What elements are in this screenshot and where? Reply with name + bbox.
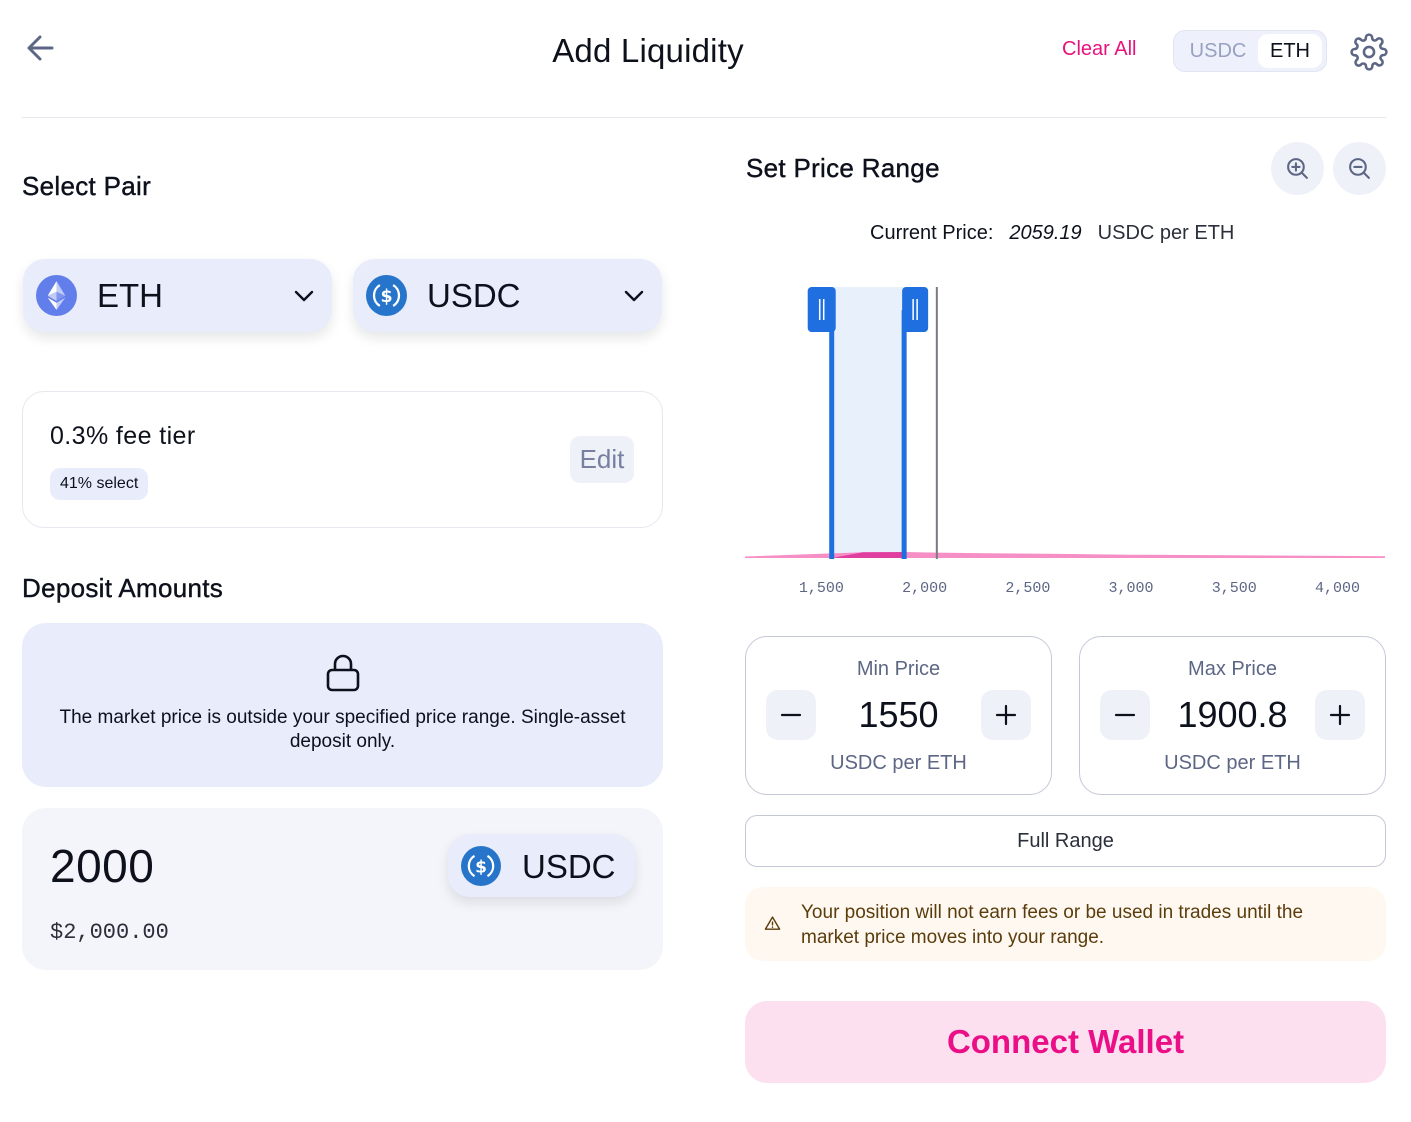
fee-tier-card: 0.3% fee tier 41% select Edit (22, 391, 663, 528)
max-price-unit: USDC per ETH (1164, 752, 1301, 774)
fee-tier-badge: 41% select (50, 468, 149, 500)
token-b-symbol: USDC (427, 277, 521, 314)
current-price-value: 2059.19 (1009, 222, 1082, 244)
out-of-range-warning: Your position will not earn fees or be u… (745, 887, 1386, 961)
svg-text:$: $ (475, 858, 487, 878)
token-toggle: USDC ETH (1173, 30, 1327, 72)
token-a-selector[interactable]: ETH (23, 259, 332, 332)
deposit-token-symbol: USDC (522, 848, 616, 885)
max-price-increase-button[interactable] (1315, 690, 1365, 740)
min-price-input[interactable]: 1550 (816, 694, 981, 736)
chevron-down-icon (294, 290, 314, 302)
single-asset-message: The market price is outside your specifi… (59, 707, 626, 752)
header-divider (22, 117, 1386, 118)
min-price-box: Min Price 1550 USDC per ETH (745, 636, 1052, 795)
x-axis-tick-label: 3,500 (1212, 580, 1257, 597)
max-price-handle[interactable] (902, 287, 929, 332)
selected-range-area (831, 287, 905, 558)
lock-icon (326, 654, 360, 692)
clear-all-button[interactable]: Clear All (1062, 38, 1136, 61)
x-axis-tick-label: 2,000 (902, 580, 947, 597)
x-axis-tick-label: 3,000 (1109, 580, 1154, 597)
min-price-decrease-button[interactable] (766, 690, 816, 740)
warning-triangle-icon (764, 916, 781, 930)
plus-icon (1329, 704, 1351, 726)
connect-wallet-button[interactable]: Connect Wallet (745, 1001, 1386, 1083)
deposit-usd-value: $2,000.00 (50, 920, 169, 945)
deposit-amounts-heading: Deposit Amounts (22, 573, 224, 603)
min-price-unit: USDC per ETH (830, 752, 967, 774)
min-price-increase-button[interactable] (981, 690, 1031, 740)
deposit-amount-input[interactable]: 2000 (50, 839, 154, 893)
gear-icon[interactable] (1350, 33, 1388, 71)
toggle-eth[interactable]: ETH (1258, 34, 1322, 68)
full-range-button[interactable]: Full Range (745, 815, 1386, 867)
plus-icon (995, 704, 1017, 726)
usdc-logo-icon: $ (366, 275, 407, 316)
x-axis-tick-label: 4,000 (1315, 580, 1360, 597)
max-price-box: Max Price 1900.8 USDC per ETH (1079, 636, 1386, 795)
deposit-token-badge[interactable]: $ USDC (448, 834, 635, 897)
edit-fee-button[interactable]: Edit (570, 436, 634, 483)
fee-tier-title: 0.3% fee tier (50, 422, 196, 450)
max-price-label: Max Price (1188, 658, 1277, 680)
x-axis-tick-label: 1,500 (799, 580, 844, 597)
max-price-input[interactable]: 1900.8 (1150, 694, 1315, 736)
warning-text: Your position will not earn fees or be u… (801, 902, 1304, 948)
current-price-unit: USDC per ETH (1097, 222, 1235, 244)
minus-icon (780, 713, 802, 717)
header: Add Liquidity Clear All USDC ETH (0, 0, 1411, 118)
deposit-input-card: 2000 $2,000.00 $ USDC (22, 808, 663, 970)
min-price-label: Min Price (856, 658, 941, 680)
select-pair-heading: Select Pair (22, 171, 152, 201)
svg-text:$: $ (380, 287, 392, 307)
x-axis-tick-label: 2,500 (1005, 580, 1050, 597)
current-price-label: Current Price: (870, 222, 994, 244)
single-asset-notice: The market price is outside your specifi… (22, 623, 663, 787)
price-range-chart[interactable]: 1,500 2,000 2,500 3,000 3,500 4,000 (745, 270, 1385, 610)
zoom-out-icon (1349, 158, 1370, 179)
usdc-logo-icon: $ (461, 846, 501, 886)
min-price-handle[interactable] (807, 287, 836, 332)
zoom-in-button[interactable] (1271, 142, 1324, 195)
set-price-range-heading: Set Price Range (746, 153, 940, 183)
minus-icon (1114, 713, 1136, 717)
zoom-in-icon (1287, 158, 1308, 179)
toggle-usdc[interactable]: USDC (1178, 34, 1258, 68)
ethereum-logo-icon (36, 275, 77, 316)
token-b-selector[interactable]: $ USDC (353, 259, 662, 332)
token-a-symbol: ETH (97, 277, 163, 314)
current-price: Current Price: 2059.19 USDC per ETH (870, 222, 1234, 245)
max-price-decrease-button[interactable] (1100, 690, 1150, 740)
chevron-down-icon (624, 290, 644, 302)
zoom-out-button[interactable] (1333, 142, 1386, 195)
